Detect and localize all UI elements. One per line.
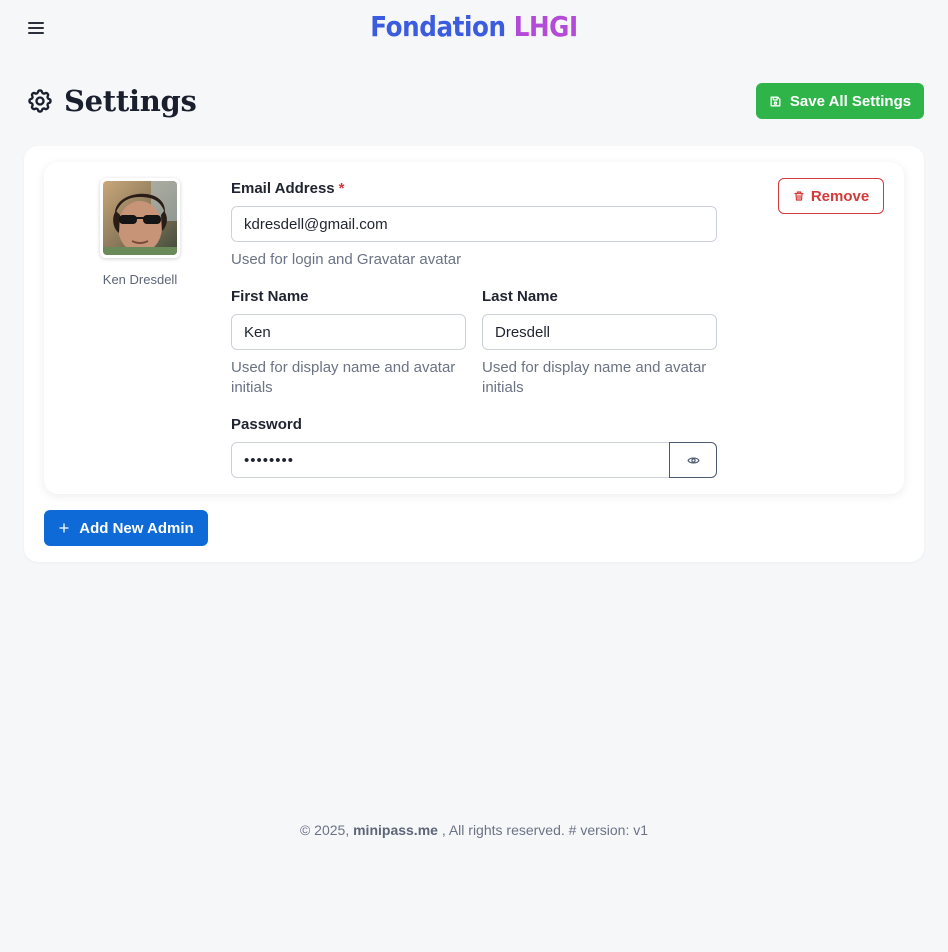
footer-copyright: © 2025, bbox=[299, 822, 350, 838]
gear-icon bbox=[28, 89, 52, 113]
last-name-hint: Used for display name and avatar initial… bbox=[482, 359, 707, 396]
hamburger-menu-icon[interactable] bbox=[26, 19, 46, 37]
page-title: Settings bbox=[26, 82, 197, 120]
password-label: Password bbox=[231, 416, 302, 433]
first-name-label: First Name bbox=[231, 288, 309, 305]
password-visibility-toggle[interactable] bbox=[669, 442, 717, 478]
avatar-photo bbox=[103, 181, 177, 255]
admin-display-name: Ken Dresdell bbox=[102, 272, 178, 287]
remove-admin-label: Remove bbox=[810, 187, 870, 205]
footer-site-link[interactable]: minipass.me bbox=[353, 822, 438, 838]
email-label: Email Address * bbox=[231, 180, 345, 197]
footer-rights: , All rights reserved. # version: v1 bbox=[441, 822, 649, 838]
password-field[interactable] bbox=[231, 442, 670, 478]
eye-icon bbox=[686, 456, 700, 464]
avatar bbox=[100, 178, 180, 258]
first-name-hint: Used for display name and avatar initial… bbox=[231, 359, 456, 396]
trash-icon bbox=[794, 191, 804, 201]
top-bar: Fondation LHGI bbox=[0, 0, 948, 56]
email-label-text: Email Address bbox=[231, 180, 335, 197]
first-name-field[interactable] bbox=[231, 314, 466, 350]
email-field[interactable] bbox=[231, 206, 717, 242]
add-new-admin-button[interactable]: Add New Admin bbox=[44, 510, 208, 546]
last-name-label: Last Name bbox=[482, 288, 558, 305]
floppy-disk-icon bbox=[770, 96, 781, 106]
add-new-admin-label: Add New Admin bbox=[79, 519, 194, 537]
brand-part-1: Fondation bbox=[370, 10, 506, 43]
brand-part-2: LHGI bbox=[513, 10, 578, 43]
page-heading: Settings bbox=[64, 84, 197, 118]
last-name-field[interactable] bbox=[482, 314, 717, 350]
footer: © 2025, minipass.me , All rights reserve… bbox=[0, 822, 948, 838]
admins-panel: Ken Dresdell Email Address* Used for log… bbox=[24, 146, 924, 562]
email-hint: Used for login and Gravatar avatar bbox=[231, 251, 462, 268]
remove-admin-button[interactable]: Remove bbox=[778, 178, 884, 214]
required-marker: * bbox=[338, 180, 345, 197]
save-all-settings-label: Save All Settings bbox=[789, 92, 912, 110]
plus-icon bbox=[59, 523, 69, 533]
brand-logo[interactable]: Fondation LHGI bbox=[57, 10, 891, 43]
admin-card: Ken Dresdell Email Address* Used for log… bbox=[44, 162, 904, 494]
save-all-settings-button[interactable]: Save All Settings bbox=[756, 83, 924, 119]
